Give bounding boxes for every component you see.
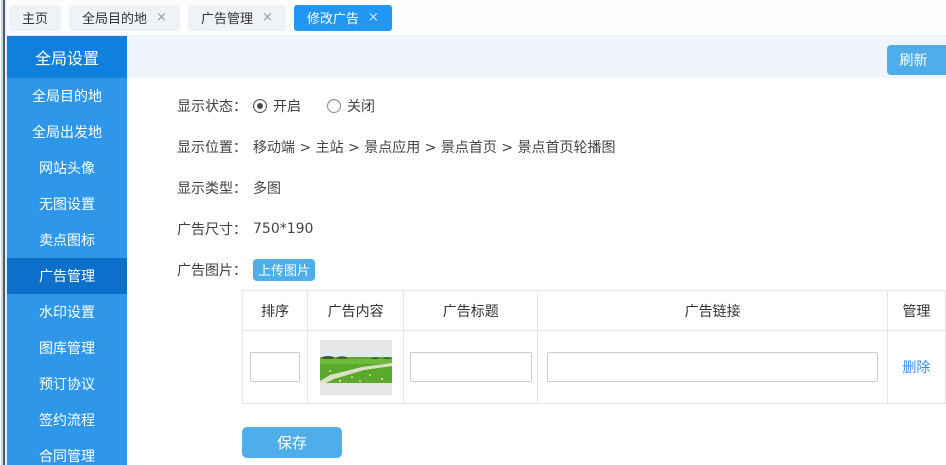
column-header-sort: 排序: [243, 291, 308, 331]
display-status-radio-group: 开启 关闭: [253, 96, 375, 116]
radio-option-off[interactable]: 关闭: [327, 96, 375, 116]
ad-size-row: 广告尺寸： 750*190: [177, 208, 946, 249]
display-status-row: 显示状态： 开启 关闭: [177, 85, 946, 126]
tab-label: 主页: [22, 8, 48, 27]
display-position-label: 显示位置：: [177, 137, 253, 157]
column-header-ad-title: 广告标题: [404, 291, 538, 331]
ad-thumbnail[interactable]: [320, 340, 392, 395]
close-icon[interactable]: ×: [262, 11, 273, 24]
ad-image-label: 广告图片：: [177, 260, 253, 280]
radio-on-icon[interactable]: [253, 99, 267, 113]
ad-link-input[interactable]: [547, 352, 878, 382]
close-icon[interactable]: ×: [156, 11, 167, 24]
sidebar-item-watermark-settings[interactable]: 水印设置: [7, 294, 127, 330]
sidebar-item-gallery-management[interactable]: 图库管理: [7, 330, 127, 366]
sidebar-item-ad-management[interactable]: 广告管理: [7, 258, 127, 294]
sidebar-item-selling-point-icon[interactable]: 卖点图标: [7, 222, 127, 258]
refresh-button[interactable]: 刷新: [887, 45, 946, 75]
toolbar-strip: 刷新: [127, 36, 946, 78]
radio-option-on[interactable]: 开启: [253, 96, 301, 116]
ad-image-row: 广告图片： 上传图片: [177, 249, 946, 290]
table-header-row: 排序 广告内容 广告标题 广告链接 管理: [243, 291, 946, 331]
sidebar: 全局设置 全局目的地 全局出发地 网站头像 无图设置 卖点图标 广告管理 水印设…: [7, 36, 127, 465]
upload-image-button[interactable]: 上传图片: [253, 259, 315, 281]
table-row: 删除: [243, 331, 946, 404]
tab-home[interactable]: 主页 ×: [9, 5, 61, 31]
display-type-label: 显示类型：: [177, 178, 253, 198]
sidebar-item-signing-process[interactable]: 签约流程: [7, 402, 127, 438]
ad-size-value: 750*190: [253, 221, 313, 237]
tab-label: 广告管理: [201, 8, 253, 27]
save-button[interactable]: 保存: [242, 427, 342, 458]
window-edge-strip: [0, 0, 7, 465]
column-header-ad-content: 广告内容: [308, 291, 404, 331]
main-content: 刷新 显示状态： 开启 关闭 显示位置： 移动端 > 主站 > 景点应用 > 景…: [127, 36, 946, 465]
display-position-row: 显示位置： 移动端 > 主站 > 景点应用 > 景点首页 > 景点首页轮播图: [177, 126, 946, 167]
sidebar-item-global-departure[interactable]: 全局出发地: [7, 114, 127, 150]
ad-edit-form: 显示状态： 开启 关闭 显示位置： 移动端 > 主站 > 景点应用 > 景点首页…: [127, 78, 946, 290]
radio-on-label: 开启: [273, 96, 301, 116]
column-header-manage: 管理: [887, 291, 945, 331]
tab-ad-management[interactable]: 广告管理 ×: [188, 5, 286, 31]
tab-label: 全局目的地: [82, 8, 147, 27]
display-type-value: 多图: [253, 178, 281, 198]
sidebar-header-global-settings: 全局设置: [7, 36, 127, 78]
sidebar-item-contract-management[interactable]: 合同管理: [7, 438, 127, 465]
display-type-row: 显示类型： 多图: [177, 167, 946, 208]
radio-off-label: 关闭: [347, 96, 375, 116]
display-status-label: 显示状态：: [177, 96, 253, 116]
close-icon[interactable]: ×: [368, 11, 379, 24]
sort-order-input[interactable]: [250, 352, 300, 382]
tab-bar: 主页 × 全局目的地 × 广告管理 × 修改广告 ×: [7, 0, 946, 36]
sidebar-item-site-avatar[interactable]: 网站头像: [7, 150, 127, 186]
sidebar-item-global-destination[interactable]: 全局目的地: [7, 78, 127, 114]
green-field-landscape-image: [320, 351, 392, 383]
tab-global-destination[interactable]: 全局目的地 ×: [69, 5, 180, 31]
ad-items-table: 排序 广告内容 广告标题 广告链接 管理: [242, 290, 946, 404]
tab-label: 修改广告: [307, 8, 359, 27]
column-header-ad-link: 广告链接: [538, 291, 887, 331]
sidebar-item-booking-agreement[interactable]: 预订协议: [7, 366, 127, 402]
tab-edit-ad[interactable]: 修改广告 ×: [294, 5, 392, 31]
display-position-breadcrumb: 移动端 > 主站 > 景点应用 > 景点首页 > 景点首页轮播图: [253, 137, 616, 157]
ad-size-label: 广告尺寸：: [177, 219, 253, 239]
ad-title-input[interactable]: [410, 352, 532, 382]
radio-off-icon[interactable]: [327, 99, 341, 113]
sidebar-item-no-image-settings[interactable]: 无图设置: [7, 186, 127, 222]
delete-link[interactable]: 删除: [902, 360, 930, 376]
